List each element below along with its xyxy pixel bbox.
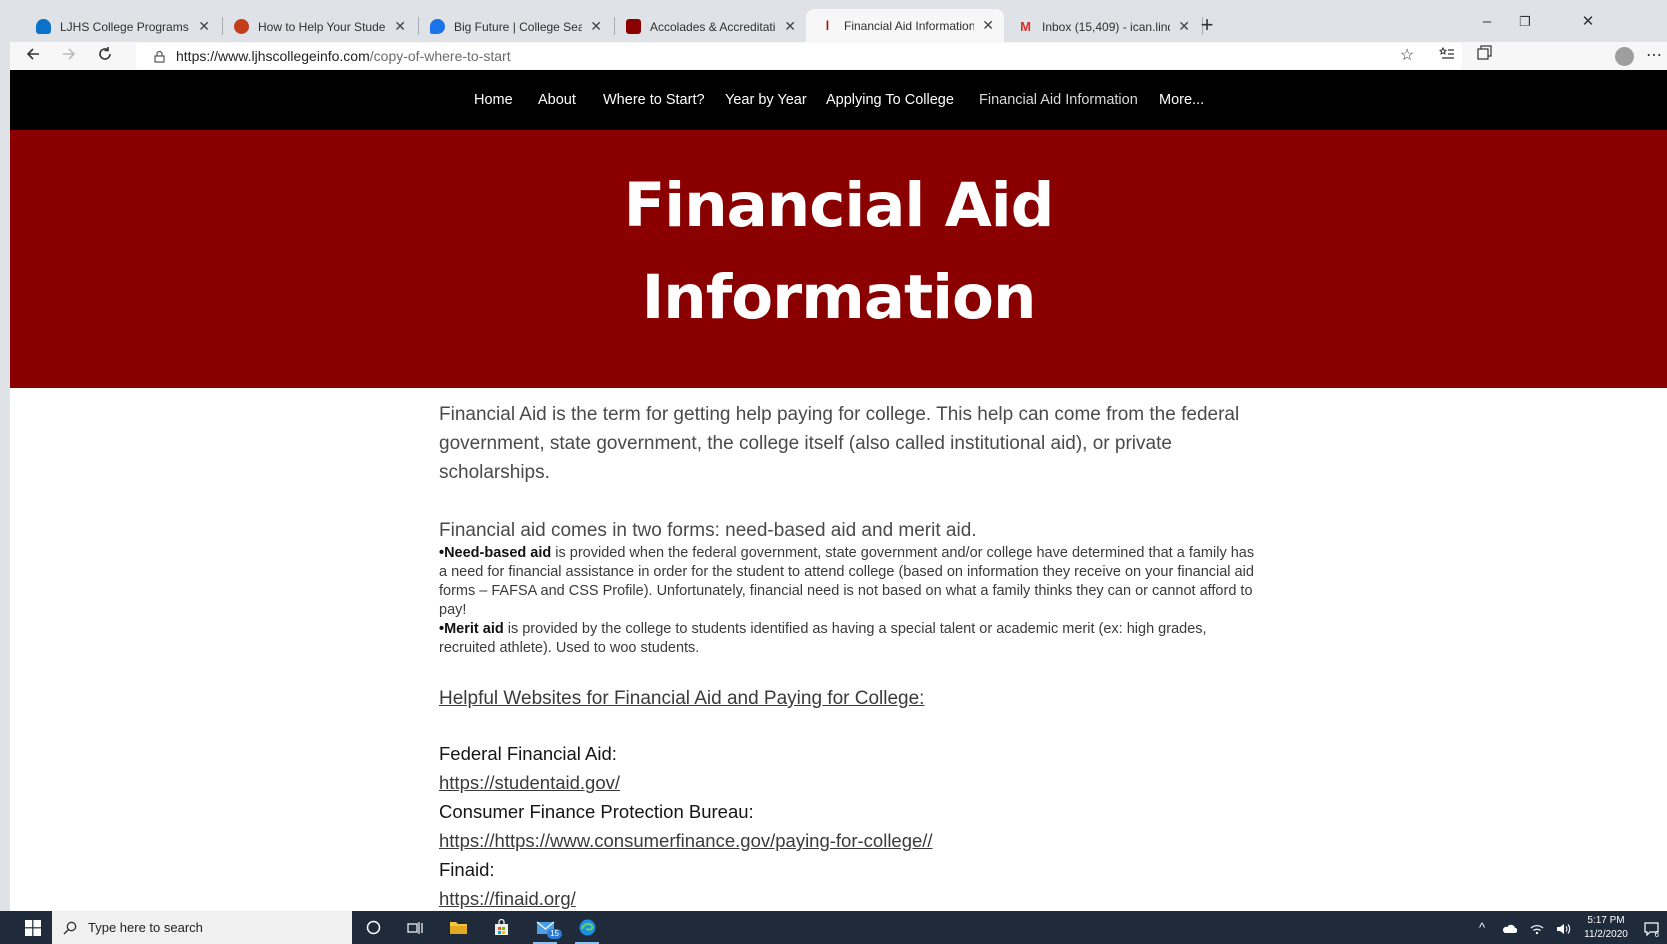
onedrive-tray-icon[interactable] bbox=[1498, 911, 1520, 944]
forward-arrow-icon bbox=[63, 48, 76, 60]
tab-title: LJHS College Programs - OneDri bbox=[60, 19, 190, 34]
taskbar-clock[interactable]: 5:17 PM 11/2/2020 bbox=[1576, 914, 1636, 942]
start-button[interactable] bbox=[14, 911, 52, 944]
edge-browser-icon[interactable] bbox=[572, 914, 602, 944]
nav-about[interactable]: About bbox=[538, 70, 576, 130]
browser-tab-strip: LJHS College Programs - OneDri ✕ How to … bbox=[10, 0, 1667, 42]
page-title-line-1: Financial Aid bbox=[623, 170, 1055, 241]
nav-where-to-start[interactable]: Where to Start? bbox=[603, 70, 705, 130]
nav-year-by-year[interactable]: Year by Year bbox=[725, 70, 807, 130]
browser-tab-bigfuture[interactable]: Big Future | College Search | Find ✕ bbox=[416, 11, 612, 42]
tab-close-icon[interactable]: ✕ bbox=[198, 18, 210, 35]
favorites-list-icon[interactable] bbox=[1434, 43, 1460, 69]
onedrive-icon bbox=[36, 19, 51, 34]
gmail-icon: M bbox=[1020, 19, 1031, 34]
need-based-aid-term: Need-based aid bbox=[444, 545, 552, 561]
tab-close-icon[interactable]: ✕ bbox=[394, 18, 406, 35]
merit-aid-item: •Merit aid is provided by the college to… bbox=[439, 620, 1259, 658]
more-options-icon[interactable]: ⋯ bbox=[1641, 43, 1667, 69]
bigfuture-icon bbox=[430, 19, 445, 34]
accolades-icon bbox=[626, 19, 641, 34]
refresh-button[interactable] bbox=[92, 43, 118, 69]
page-title: Financial Aid Information bbox=[10, 160, 1667, 344]
ljhs-site-icon: ǀ bbox=[825, 18, 830, 33]
show-hidden-icons-chevron-icon[interactable]: ^ bbox=[1472, 911, 1492, 944]
microsoft-store-icon[interactable] bbox=[486, 914, 516, 941]
page-title-line-2: Information bbox=[641, 262, 1037, 333]
profile-avatar[interactable] bbox=[1615, 47, 1634, 66]
resource-label-federal-aid: Federal Financial Aid: bbox=[439, 743, 617, 764]
aid-forms-heading: Financial aid comes in two forms: need-b… bbox=[439, 520, 977, 541]
need-based-aid-text: is provided when the federal government,… bbox=[439, 545, 1255, 618]
url-host: https://www.ljhscollegeinfo.com bbox=[176, 48, 370, 64]
web-page: Home About Where to Start? Year by Year … bbox=[10, 70, 1667, 911]
browser-tab-accolades[interactable]: Accolades & Accreditation ✕ bbox=[612, 11, 806, 42]
main-content: Financial Aid is the term for getting he… bbox=[439, 400, 1259, 911]
clock-time: 5:17 PM bbox=[1587, 915, 1625, 926]
resource-list: Federal Financial Aid: https://studentai… bbox=[439, 739, 1259, 911]
windows-taskbar: Type here to search 15 ^ 5:17 PM 11/2/20… bbox=[0, 911, 1667, 944]
cortana-icon[interactable] bbox=[358, 914, 388, 941]
browser-toolbar: https://www.ljhscollegeinfo.com/copy-of-… bbox=[10, 42, 1667, 70]
action-center-button[interactable]: 6 bbox=[1640, 911, 1662, 944]
merit-aid-term: Merit aid bbox=[444, 621, 504, 637]
tab-title: Inbox (15,409) - ican.lindadowley bbox=[1042, 19, 1170, 34]
tab-title: How to Help Your Student Start t bbox=[258, 19, 386, 34]
mail-app-icon[interactable]: 15 bbox=[530, 914, 562, 944]
resource-label-finaid: Finaid: bbox=[439, 859, 495, 880]
browser-tab-powerpoint[interactable]: How to Help Your Student Start t ✕ bbox=[220, 11, 416, 42]
tab-title: Accolades & Accreditation bbox=[650, 19, 777, 34]
clock-date: 11/2/2020 bbox=[1584, 929, 1628, 940]
search-icon bbox=[63, 911, 77, 944]
hero-banner: Financial Aid Information bbox=[10, 130, 1667, 388]
tab-close-icon[interactable]: ✕ bbox=[590, 18, 602, 35]
task-view-icon[interactable] bbox=[400, 914, 430, 941]
back-arrow-icon bbox=[26, 48, 39, 60]
wifi-icon[interactable] bbox=[1526, 911, 1548, 944]
site-navigation: Home About Where to Start? Year by Year … bbox=[10, 70, 1667, 130]
nav-financial-aid[interactable]: Financial Aid Information bbox=[979, 70, 1138, 130]
tab-title: Big Future | College Search | Find bbox=[454, 19, 583, 34]
back-button[interactable] bbox=[20, 43, 46, 69]
nav-applying-to-college[interactable]: Applying To College bbox=[826, 70, 954, 130]
intro-paragraph: Financial Aid is the term for getting he… bbox=[439, 404, 1240, 483]
forward-button[interactable] bbox=[56, 43, 82, 69]
resource-link-consumerfinance[interactable]: https://https://www.consumerfinance.gov/… bbox=[439, 826, 1259, 855]
address-bar[interactable]: https://www.ljhscollegeinfo.com/copy-of-… bbox=[136, 43, 1462, 69]
powerpoint-icon bbox=[234, 19, 249, 34]
tab-close-icon[interactable]: ✕ bbox=[784, 18, 796, 35]
resource-link-studentaid[interactable]: https://studentaid.gov/ bbox=[439, 768, 1259, 797]
need-based-aid-item: •Need-based aid is provided when the fed… bbox=[439, 544, 1259, 620]
merit-aid-text: is provided by the college to students i… bbox=[439, 621, 1207, 656]
volume-icon[interactable] bbox=[1552, 911, 1574, 944]
file-explorer-icon[interactable] bbox=[443, 914, 473, 941]
helpful-websites-heading[interactable]: Helpful Websites for Financial Aid and P… bbox=[439, 685, 1259, 713]
nav-more[interactable]: More... bbox=[1159, 70, 1204, 130]
new-tab-button[interactable]: + bbox=[1192, 11, 1222, 41]
tab-close-icon[interactable]: ✕ bbox=[982, 17, 994, 34]
browser-tab-onedrive[interactable]: LJHS College Programs - OneDri ✕ bbox=[22, 11, 220, 42]
notification-count: 6 bbox=[1654, 930, 1659, 939]
resource-label-cfpb: Consumer Finance Protection Bureau: bbox=[439, 801, 754, 822]
lock-icon bbox=[154, 43, 165, 69]
restore-button[interactable]: ❐ bbox=[1510, 8, 1540, 36]
windows-logo-icon bbox=[25, 920, 41, 936]
tab-close-icon[interactable]: ✕ bbox=[1178, 18, 1190, 35]
browser-tab-financial-aid[interactable]: ǀ Financial Aid Information | Ljhsco ✕ bbox=[806, 9, 1004, 42]
search-placeholder: Type here to search bbox=[88, 920, 203, 935]
url-path: /copy-of-where-to-start bbox=[369, 48, 511, 64]
screen: LJHS College Programs - OneDri ✕ How to … bbox=[0, 0, 1667, 944]
refresh-icon bbox=[99, 47, 111, 60]
collections-icon[interactable] bbox=[1471, 43, 1497, 69]
tab-title: Financial Aid Information | Ljhsco bbox=[844, 18, 975, 33]
browser-tab-gmail[interactable]: M Inbox (15,409) - ican.lindadowley ✕ bbox=[1004, 11, 1200, 42]
mail-badge: 15 bbox=[547, 929, 562, 939]
minimize-button[interactable]: – bbox=[1472, 8, 1502, 36]
taskbar-search-input[interactable]: Type here to search bbox=[52, 911, 352, 944]
favorite-star-icon[interactable]: ☆ bbox=[1394, 43, 1420, 69]
resource-link-finaid[interactable]: https://finaid.org/ bbox=[439, 884, 1259, 911]
close-window-button[interactable]: ✕ bbox=[1573, 8, 1603, 36]
nav-home[interactable]: Home bbox=[474, 70, 513, 130]
